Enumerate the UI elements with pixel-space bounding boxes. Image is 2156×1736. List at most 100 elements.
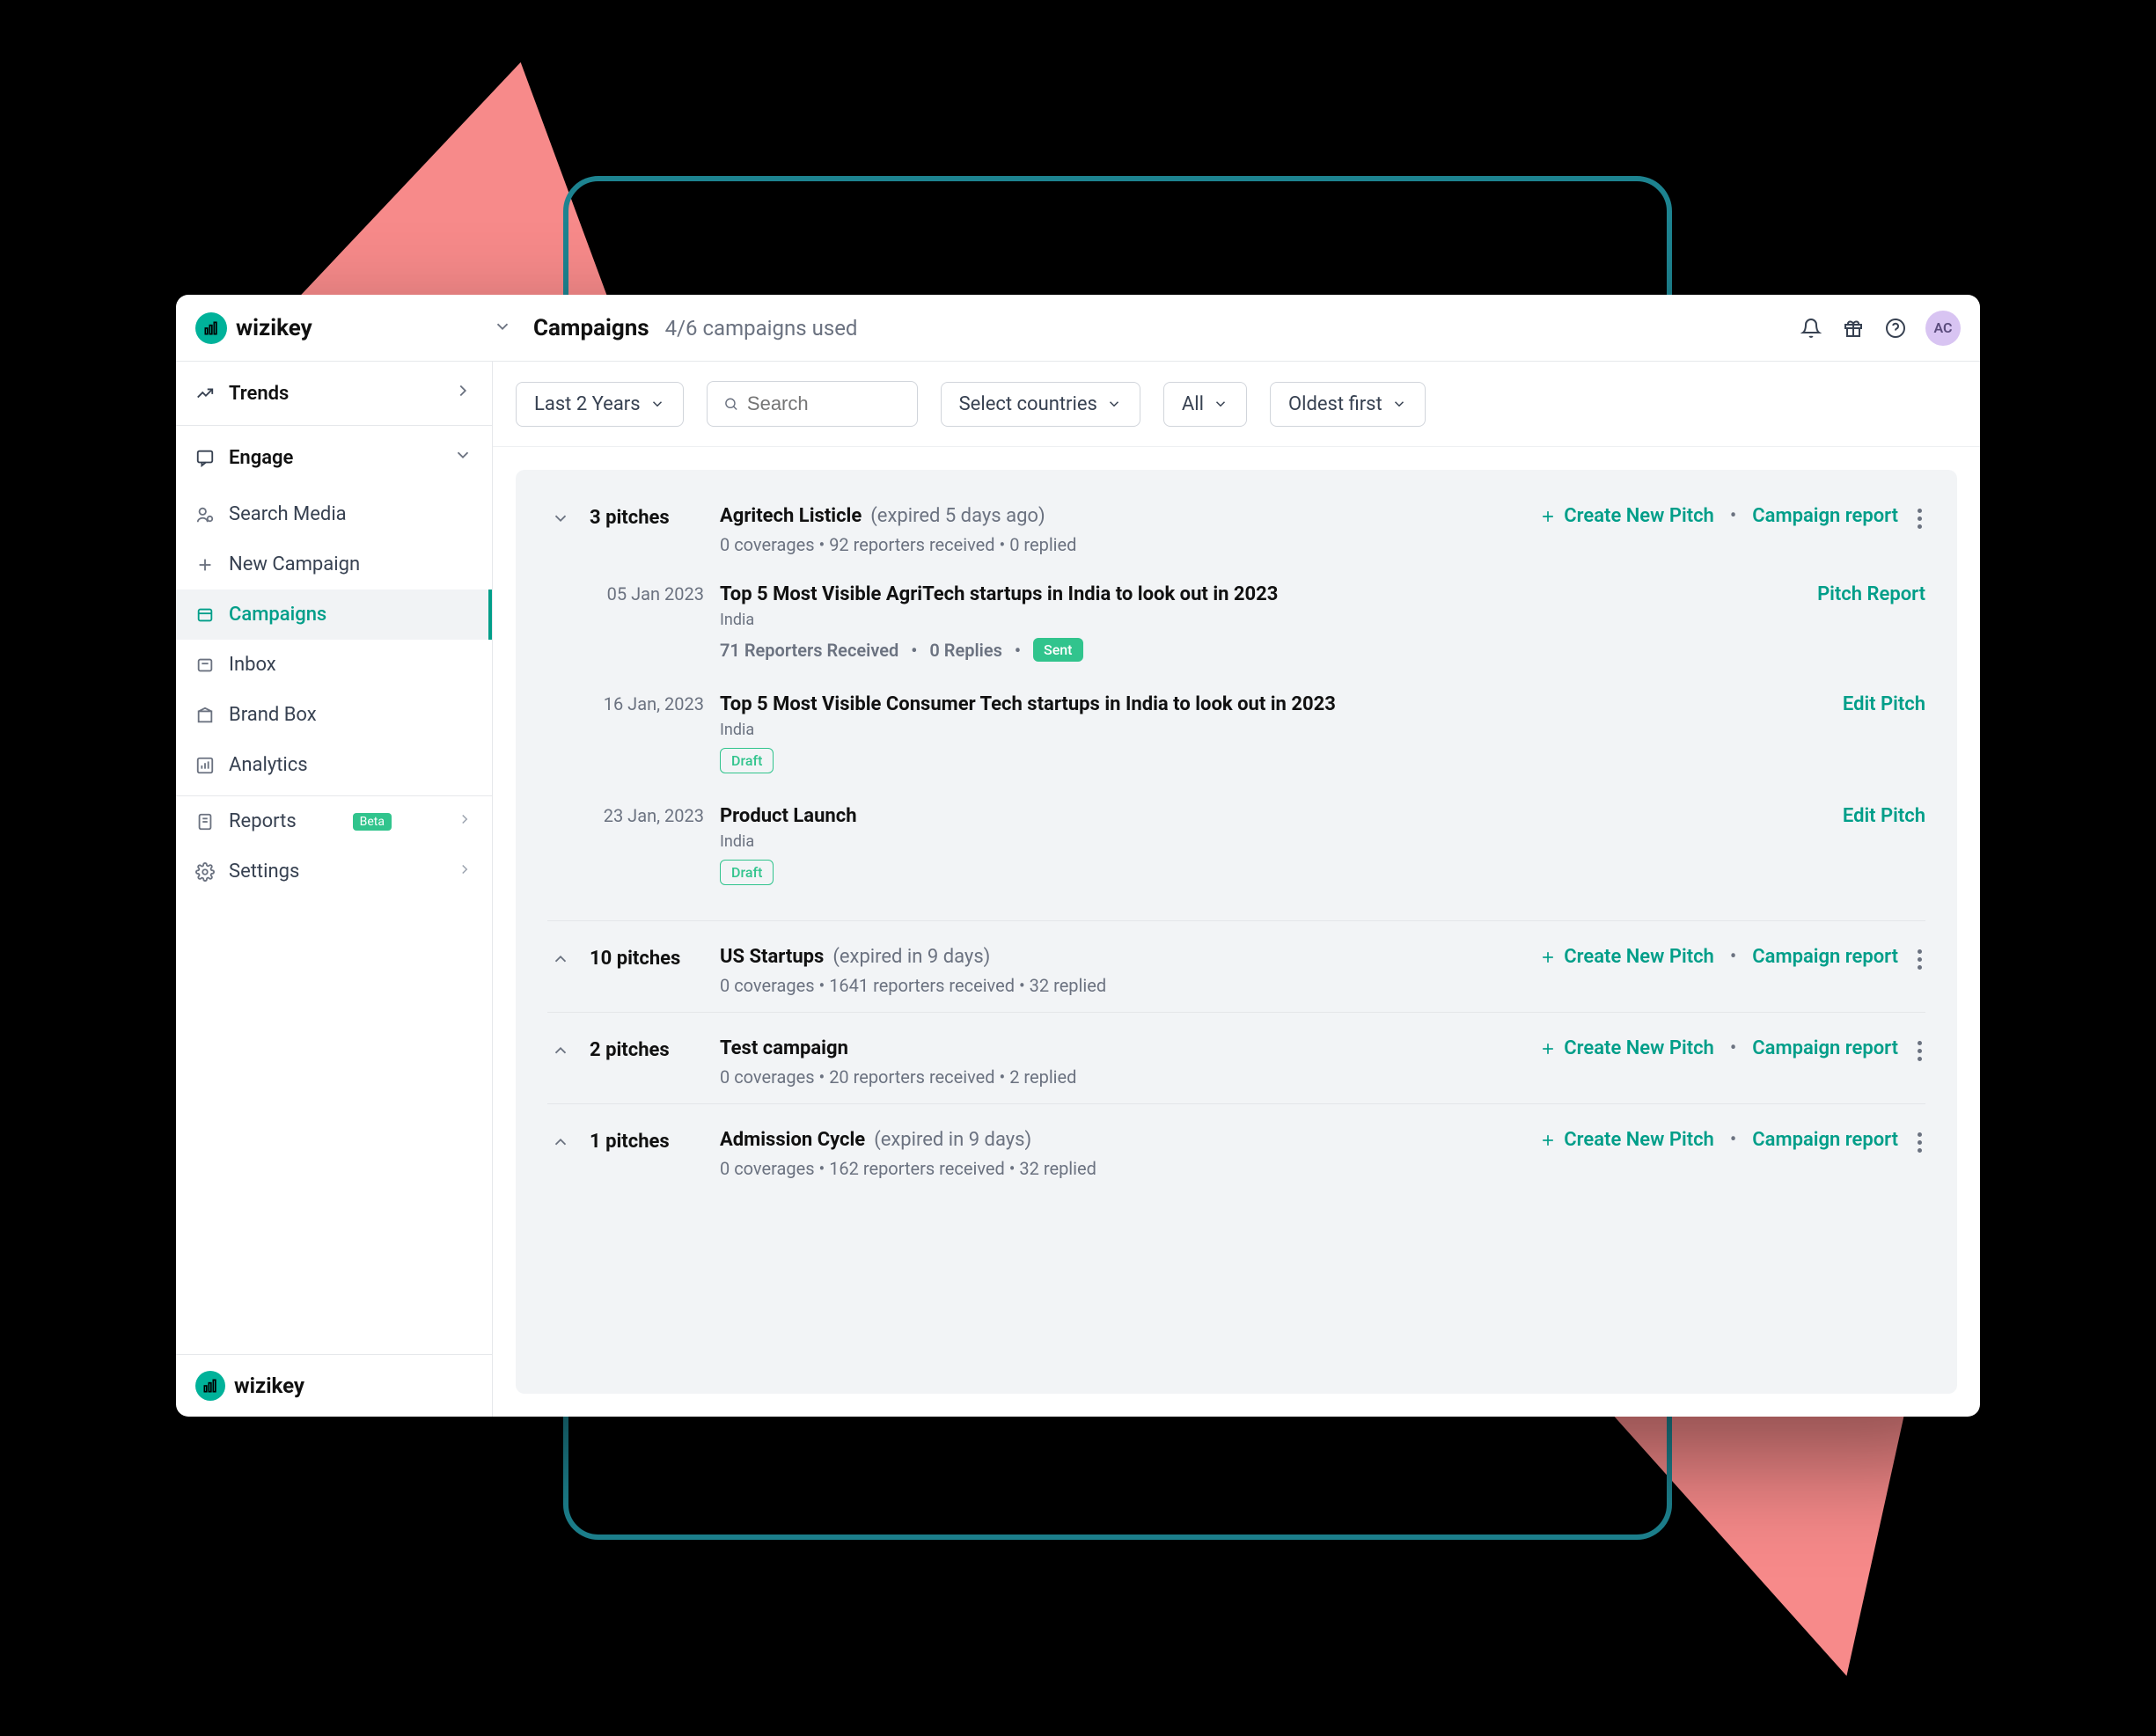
pitch-item: 16 Jan, 2023 Top 5 Most Visible Consumer… (547, 678, 1925, 789)
separator-dot: • (911, 640, 917, 661)
search-field[interactable] (747, 392, 901, 415)
divider (547, 1012, 1925, 1013)
sidebar-group-engage-label: Engage (229, 447, 293, 469)
help-icon[interactable] (1878, 311, 1913, 346)
sidebar-item-label: Analytics (229, 754, 308, 776)
sidebar-item-campaigns[interactable]: Campaigns (176, 590, 492, 640)
pitch-replies: 0 Replies (929, 640, 1002, 661)
collapse-button[interactable] (547, 505, 574, 555)
sidebar-item-label: New Campaign (229, 553, 360, 575)
filter-date-range[interactable]: Last 2 Years (516, 382, 684, 427)
brand-logo-icon (195, 1371, 225, 1401)
kebab-menu[interactable] (1914, 505, 1925, 532)
create-new-pitch-link[interactable]: Create New Pitch (1539, 505, 1714, 527)
page-title: Campaigns (533, 315, 649, 341)
sidebar-item-search-media[interactable]: Search Media (176, 489, 492, 539)
filter-date-range-label: Last 2 Years (534, 393, 641, 415)
sidebar-item-analytics[interactable]: Analytics (176, 740, 492, 796)
sidebar-group-trends-label: Trends (229, 383, 289, 405)
expand-button[interactable] (547, 946, 574, 996)
campaign-row: 2 pitches Test campaign 0 coverages • 20… (516, 1020, 1957, 1096)
pitch-date: 23 Jan, 2023 (590, 805, 704, 885)
campaign-report-link[interactable]: Campaign report (1752, 505, 1898, 527)
search-icon (723, 395, 738, 413)
sidebar-item-label: Settings (229, 861, 299, 883)
filter-countries[interactable]: Select countries (941, 382, 1140, 427)
status-badge-draft: Draft (720, 748, 774, 773)
sidebar-item-settings[interactable]: Settings (176, 846, 492, 897)
sidebar-item-reports[interactable]: Reports Beta (176, 796, 492, 846)
search-input[interactable] (707, 381, 918, 427)
kebab-menu[interactable] (1914, 1037, 1925, 1065)
chevron-down-icon (1106, 396, 1122, 412)
sidebar-item-new-campaign[interactable]: New Campaign (176, 539, 492, 590)
create-new-pitch-link[interactable]: Create New Pitch (1539, 1129, 1714, 1151)
campaign-report-link[interactable]: Campaign report (1752, 1129, 1898, 1151)
sidebar-footer: wizikey (176, 1354, 492, 1417)
pitch-country: India (720, 721, 1827, 739)
chevron-right-icon (453, 381, 473, 406)
brand-switcher-chevron[interactable] (493, 317, 512, 340)
campaign-meta: 0 coverages • 162 reporters received • 3… (720, 1158, 1523, 1179)
campaign-expiry: (expired 5 days ago) (870, 505, 1045, 527)
create-new-pitch-label: Create New Pitch (1564, 1129, 1714, 1151)
separator-dot: • (1730, 505, 1736, 527)
edit-pitch-link[interactable]: Edit Pitch (1843, 805, 1925, 827)
avatar[interactable]: AC (1925, 311, 1961, 346)
filter-kind[interactable]: All (1163, 382, 1247, 427)
chevron-right-icon (457, 810, 473, 832)
campaign-list: 3 pitches Agritech Listicle (expired 5 d… (516, 470, 1957, 1394)
pitch-country: India (720, 611, 1801, 629)
filter-bar: Last 2 Years Select countries All Oldest… (493, 362, 1980, 447)
sidebar-item-inbox[interactable]: Inbox (176, 640, 492, 690)
sidebar-item-label: Brand Box (229, 704, 317, 726)
divider (547, 920, 1925, 921)
sidebar-item-brand-box[interactable]: Brand Box (176, 690, 492, 740)
brand-logo-icon (195, 312, 227, 344)
campaign-expiry: (expired in 9 days) (874, 1129, 1031, 1151)
sidebar-item-label: Campaigns (229, 604, 326, 626)
bell-icon[interactable] (1793, 311, 1829, 346)
campaign-meta: 0 coverages • 1641 reporters received • … (720, 975, 1523, 996)
sidebar-group-trends[interactable]: Trends (176, 362, 492, 426)
trends-icon (195, 384, 216, 403)
pitch-count: 3 pitches (590, 505, 704, 555)
box-icon (195, 706, 216, 725)
chevron-down-icon (1213, 396, 1228, 412)
expand-button[interactable] (547, 1037, 574, 1088)
pitch-report-link[interactable]: Pitch Report (1817, 583, 1925, 605)
campaign-report-link[interactable]: Campaign report (1752, 946, 1898, 968)
expand-button[interactable] (547, 1129, 574, 1179)
create-new-pitch-label: Create New Pitch (1564, 505, 1714, 527)
create-new-pitch-link[interactable]: Create New Pitch (1539, 946, 1714, 968)
status-badge-sent: Sent (1033, 638, 1083, 662)
filter-sort[interactable]: Oldest first (1270, 382, 1426, 427)
pitch-item: 23 Jan, 2023 Product Launch India Draft … (547, 789, 1925, 901)
create-new-pitch-label: Create New Pitch (1564, 1037, 1714, 1059)
status-badge-draft: Draft (720, 860, 774, 885)
sidebar-group-engage[interactable]: Engage (176, 426, 492, 489)
chevron-down-icon (1391, 396, 1407, 412)
campaign-report-link[interactable]: Campaign report (1752, 1037, 1898, 1059)
separator-dot: • (1730, 946, 1736, 968)
campaign-icon (195, 605, 216, 625)
pitch-block: 05 Jan 2023 Top 5 Most Visible AgriTech … (516, 564, 1957, 913)
pitch-item: 05 Jan 2023 Top 5 Most Visible AgriTech … (547, 568, 1925, 678)
pitch-count: 1 pitches (590, 1129, 704, 1179)
sidebar: Trends Engage Search Media (176, 362, 493, 1417)
kebab-menu[interactable] (1914, 1129, 1925, 1156)
plus-icon (1539, 1132, 1557, 1149)
edit-pitch-link[interactable]: Edit Pitch (1843, 693, 1925, 715)
gift-icon[interactable] (1836, 311, 1871, 346)
create-new-pitch-link[interactable]: Create New Pitch (1539, 1037, 1714, 1059)
separator-dot: • (1015, 640, 1021, 661)
kebab-menu[interactable] (1914, 946, 1925, 973)
separator-dot: • (1730, 1037, 1736, 1059)
campaign-title: Agritech Listicle (720, 505, 862, 527)
beta-badge: Beta (353, 813, 392, 831)
campaign-meta: 0 coverages • 20 reporters received • 2 … (720, 1066, 1523, 1088)
plus-icon (1539, 1040, 1557, 1058)
pitch-title: Top 5 Most Visible AgriTech startups in … (720, 583, 1801, 605)
sidebar-item-label: Reports (229, 810, 297, 832)
gear-icon (195, 862, 216, 882)
